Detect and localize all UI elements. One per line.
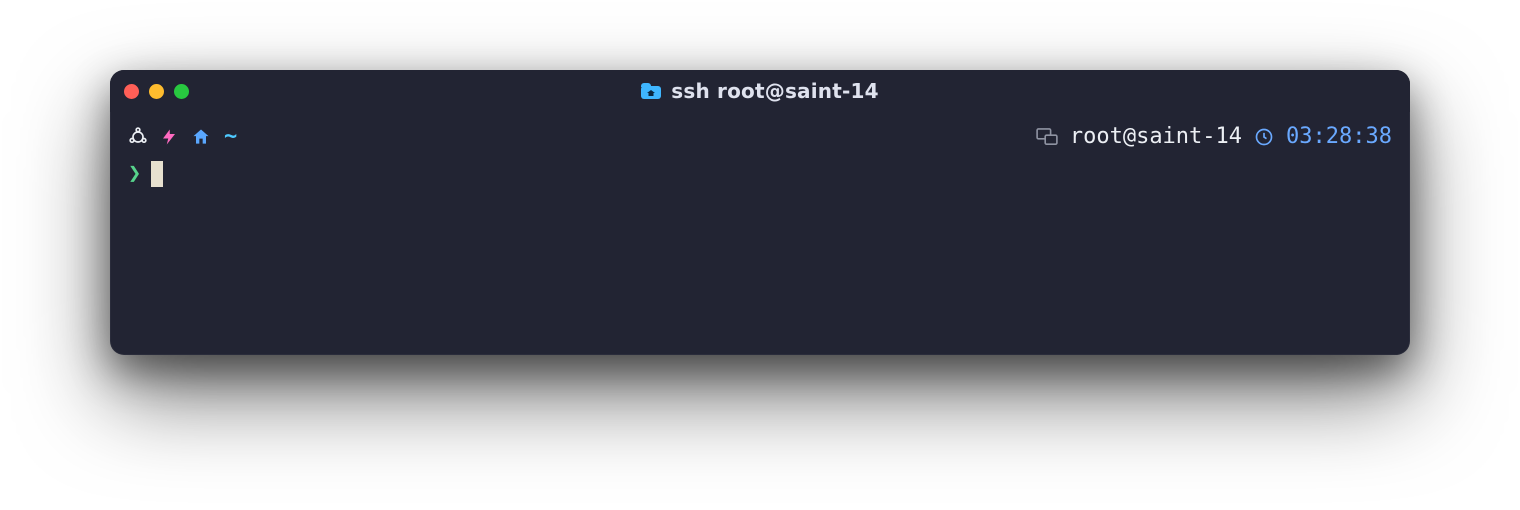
remote-icon (1036, 128, 1058, 146)
titlebar: ssh root@saint-14 (110, 70, 1410, 112)
prompt-symbol: ❯ (128, 157, 141, 190)
remote-host: root@saint-14 (1070, 120, 1242, 153)
status-line: ~ root@saint-14 (128, 120, 1392, 153)
clock-time: 03:28:38 (1286, 120, 1392, 153)
cwd-tilde: ~ (224, 120, 237, 153)
status-left: ~ (128, 120, 237, 153)
status-right: root@saint-14 03:28:38 (1036, 120, 1392, 153)
terminal-cursor[interactable] (151, 161, 163, 187)
window-controls (124, 84, 189, 99)
terminal-window: ssh root@saint-14 (110, 70, 1410, 355)
lightning-icon (160, 126, 178, 148)
minimize-button[interactable] (149, 84, 164, 99)
folder-icon (641, 83, 661, 99)
clock-icon (1254, 127, 1274, 147)
ubuntu-icon (128, 127, 148, 147)
maximize-button[interactable] (174, 84, 189, 99)
home-icon (190, 127, 212, 147)
stage: ssh root@saint-14 (0, 0, 1520, 510)
prompt-line[interactable]: ❯ (128, 153, 1392, 190)
close-button[interactable] (124, 84, 139, 99)
terminal-body[interactable]: ~ root@saint-14 (110, 112, 1410, 208)
title-center: ssh root@saint-14 (110, 79, 1410, 103)
window-title: ssh root@saint-14 (671, 79, 879, 103)
